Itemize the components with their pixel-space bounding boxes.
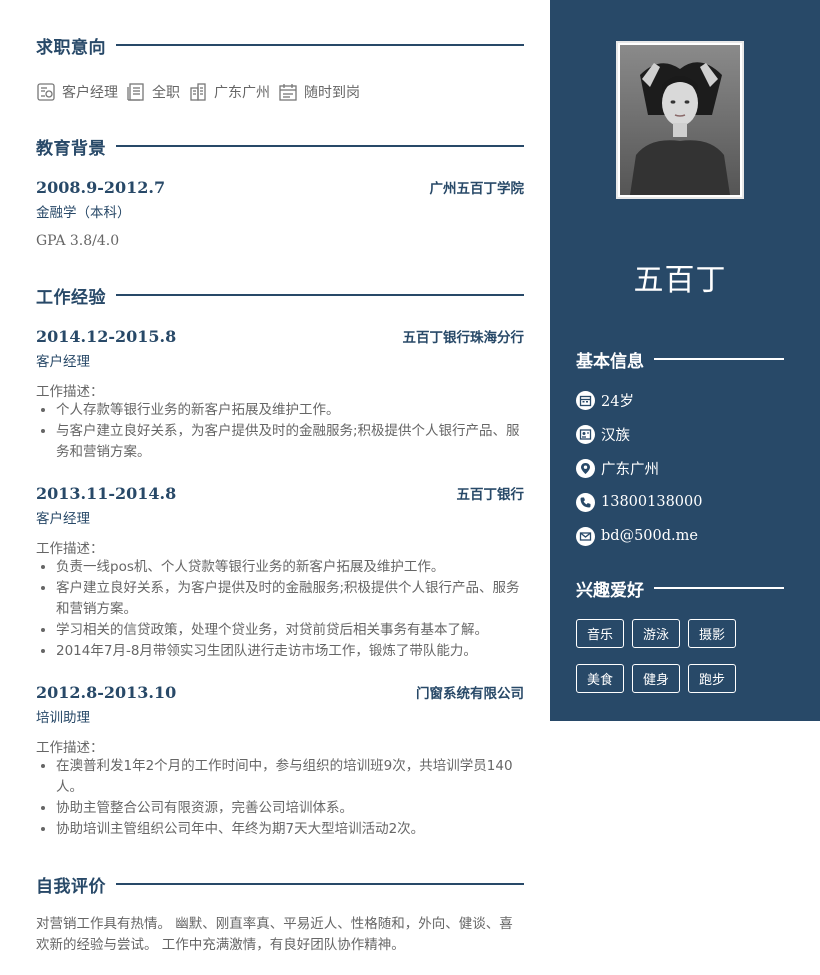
divider [116, 294, 524, 296]
section-title-education: 教育背景 [36, 138, 106, 159]
intent-type: 全职 [126, 82, 180, 102]
profile-photo [620, 45, 740, 195]
info-age: 24岁 [576, 389, 634, 411]
info-location: 广东广州 [576, 457, 659, 479]
id-card-icon [576, 424, 595, 444]
work-date: 2014.12-2015.8 [36, 327, 177, 346]
work-date: 2013.11-2014.8 [36, 484, 177, 503]
section-basic-info: 基本信息 [576, 347, 784, 372]
work-bullets: 负责一线pos机、个人贷款等银行业务的新客户拓展及维护工作。 客户建立良好关系，… [36, 557, 524, 662]
divider [654, 587, 784, 589]
work-desc-label: 工作描述： [36, 541, 104, 557]
work-desc-label: 工作描述： [36, 740, 104, 756]
hobby-tag: 游泳 [632, 619, 680, 648]
work-role: 客户经理 [36, 354, 90, 370]
section-work: 工作经验 [36, 283, 524, 308]
list-item: 与客户建立良好关系，为客户提供及时的金融服务;积极提供个人银行产品、服务和营销方… [56, 421, 524, 463]
profile-name: 五百丁 [633, 263, 727, 298]
intent-availability: 随时到岗 [278, 82, 360, 102]
education-date: 2008.9-2012.7 [36, 178, 166, 197]
work-company: 门窗系统有限公司 [416, 686, 524, 702]
info-email: bd@500d.me [576, 525, 698, 547]
education-gpa: GPA 3.8/4.0 [36, 233, 120, 249]
avatar [616, 41, 744, 199]
education-major: 金融学（本科） [36, 205, 131, 221]
info-email-text: bd@500d.me [601, 528, 698, 544]
self-evaluation-text: 对营销工作具有热情。 幽默、刚直率真、平易近人、性格随和，外向、健谈、喜欢新的经… [36, 916, 513, 953]
calendar-icon [279, 84, 297, 101]
envelope-icon [576, 526, 595, 546]
list-item: 协助培训主管组织公司年中、年终为期7天大型培训活动2次。 [56, 819, 524, 840]
id-card-icon [37, 83, 55, 101]
list-item: 在澳普利发1年2个月的工作时间中，参与组织的培训班9次，共培训学员140人。 [56, 756, 524, 798]
intent-city: 广东广州 [188, 82, 270, 102]
work-desc-label: 工作描述： [36, 384, 104, 400]
education-entry: 2008.9-2012.7 广州五百丁学院 金融学（本科） GPA 3.8/4.… [36, 177, 524, 249]
intent-row: 客户经理 全职 广东广州 随时到岗 [36, 80, 368, 104]
info-ethnicity: 汉族 [576, 423, 630, 445]
divider [654, 358, 784, 360]
hobby-tag: 美食 [576, 664, 624, 693]
sidebar: 五百丁 基本信息 24岁 汉族 广东广州 13800138000 bd@500d… [550, 0, 820, 721]
info-location-text: 广东广州 [601, 461, 659, 478]
work-date: 2012.8-2013.10 [36, 683, 177, 702]
list-item: 2014年7月-8月带领实习生团队进行走访市场工作，锻炼了带队能力。 [56, 641, 524, 662]
section-title-hobbies: 兴趣爱好 [576, 580, 644, 601]
section-hobbies: 兴趣爱好 [576, 576, 784, 601]
intent-position-label: 客户经理 [62, 85, 118, 101]
section-title-work: 工作经验 [36, 287, 106, 308]
section-title-basic-info: 基本信息 [576, 351, 644, 372]
calendar-icon [576, 390, 595, 410]
intent-city-label: 广东广州 [214, 85, 270, 101]
divider [116, 883, 524, 885]
info-age-text: 24岁 [601, 393, 634, 410]
section-self: 自我评价 [36, 872, 524, 897]
building-icon [190, 83, 206, 101]
divider [116, 145, 524, 147]
hobby-tag: 音乐 [576, 619, 624, 648]
work-entry: 2013.11-2014.8 五百丁银行 客户经理 工作描述： 负责一线pos机… [36, 483, 524, 662]
location-pin-icon [576, 458, 595, 478]
list-item: 个人存款等银行业务的新客户拓展及维护工作。 [56, 400, 524, 421]
intent-position: 客户经理 [36, 82, 118, 102]
list-item: 负责一线pos机、个人贷款等银行业务的新客户拓展及维护工作。 [56, 557, 524, 578]
list-item: 学习相关的信贷政策，处理个贷业务，对贷前贷后相关事务有基本了解。 [56, 620, 524, 641]
work-entry: 2014.12-2015.8 五百丁银行珠海分行 客户经理 工作描述： 个人存款… [36, 326, 524, 463]
portrait-image [620, 45, 740, 195]
divider [116, 44, 524, 46]
hobby-tag: 跑步 [688, 664, 736, 693]
info-phone-text: 13800138000 [601, 494, 703, 510]
work-company: 五百丁银行 [456, 487, 525, 503]
education-school: 广州五百丁学院 [429, 181, 525, 197]
intent-availability-label: 随时到岗 [304, 85, 360, 101]
work-bullets: 个人存款等银行业务的新客户拓展及维护工作。 与客户建立良好关系，为客户提供及时的… [36, 400, 524, 463]
work-company: 五百丁银行珠海分行 [402, 330, 525, 346]
list-item: 客户建立良好关系，为客户提供及时的金融服务;积极提供个人银行产品、服务和营销方案… [56, 578, 524, 620]
list-item: 协助主管整合公司有限资源，完善公司培训体系。 [56, 798, 524, 819]
work-entry: 2012.8-2013.10 门窗系统有限公司 培训助理 工作描述： 在澳普利发… [36, 682, 524, 840]
hobby-tag: 健身 [632, 664, 680, 693]
work-role: 客户经理 [36, 511, 90, 527]
phone-icon [576, 492, 595, 512]
section-title-intent: 求职意向 [36, 37, 106, 58]
work-role: 培训助理 [36, 710, 90, 726]
work-bullets: 在澳普利发1年2个月的工作时间中，参与组织的培训班9次，共培训学员140人。 协… [36, 756, 524, 840]
document-icon [127, 83, 144, 101]
intent-type-label: 全职 [152, 85, 180, 101]
section-intent: 求职意向 [36, 33, 524, 58]
section-title-self: 自我评价 [36, 876, 106, 897]
info-phone: 13800138000 [576, 491, 702, 513]
section-education: 教育背景 [36, 134, 524, 159]
hobby-tag: 摄影 [688, 619, 736, 648]
info-ethnicity-text: 汉族 [601, 427, 630, 444]
